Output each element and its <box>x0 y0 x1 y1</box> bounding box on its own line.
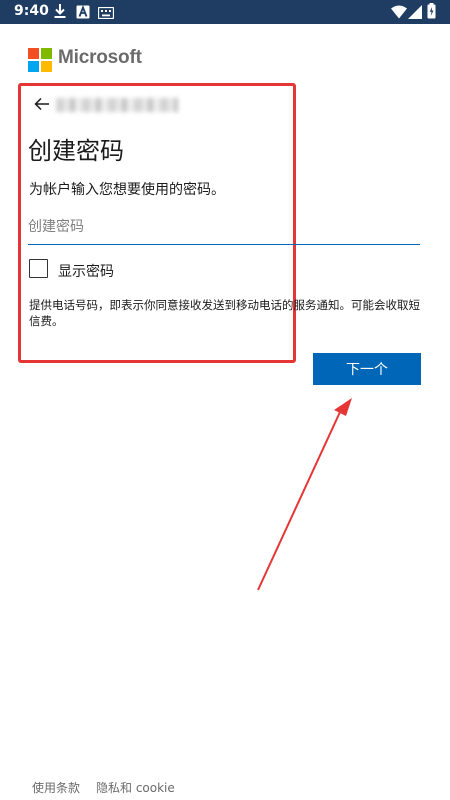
blurred-account-identifier <box>56 98 178 112</box>
status-time: 9:40 <box>14 3 49 19</box>
microsoft-wordmark: Microsoft <box>58 47 142 68</box>
create-password-input[interactable] <box>28 212 420 245</box>
back-arrow-icon[interactable] <box>34 96 50 115</box>
show-password-checkbox[interactable] <box>29 259 48 278</box>
privacy-cookie-link[interactable]: 隐私和 cookie <box>96 779 175 796</box>
sms-notice-text: 提供电话号码，即表示你同意接收发送到移动电话的服务通知。可能会收取短信费。 <box>29 298 420 328</box>
battery-icon <box>427 3 436 23</box>
logo-blue-square <box>28 61 39 72</box>
microsoft-logo <box>28 48 52 72</box>
a-letter-icon <box>76 4 90 23</box>
screen: 9:40 Microsoft 创建密码 为帐户输入您想要使用的密码。 显示密码 … <box>0 0 450 800</box>
logo-yellow-square <box>41 61 52 72</box>
logo-red-square <box>28 48 39 59</box>
page-title: 创建密码 <box>28 137 124 165</box>
logo-green-square <box>41 48 52 59</box>
status-bar: 9:40 <box>0 0 450 24</box>
download-icon <box>54 4 66 23</box>
next-button[interactable]: 下一个 <box>313 353 421 385</box>
instruction-text: 为帐户输入您想要使用的密码。 <box>29 182 225 198</box>
keyboard-icon <box>97 4 115 23</box>
show-password-label[interactable]: 显示密码 <box>58 261 114 281</box>
signal-icon <box>408 4 422 23</box>
wifi-icon <box>391 4 407 23</box>
terms-of-use-link[interactable]: 使用条款 <box>32 779 80 796</box>
